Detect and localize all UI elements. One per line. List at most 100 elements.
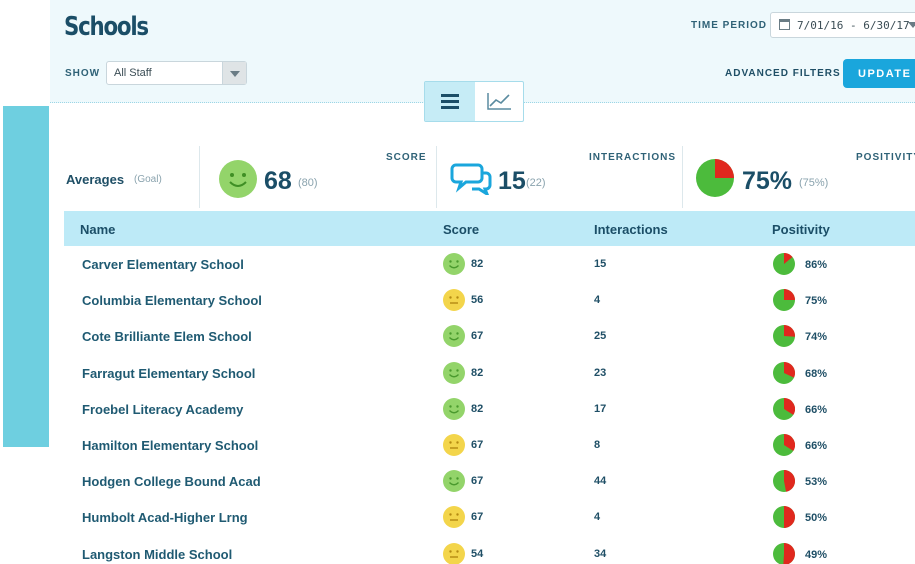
averages-bar: Averages (Goal) SCORE 68 (80) INTERACTIO… — [50, 143, 915, 211]
show-select-value: All Staff — [114, 67, 152, 79]
neutral-face-icon — [443, 289, 465, 312]
table-row[interactable]: Humbolt Acad-Higher Lrng 67 4 50% — [64, 499, 915, 535]
positivity-pie-icon — [773, 325, 796, 348]
score-value: 67 — [471, 475, 484, 488]
divider — [682, 146, 683, 208]
positivity-pie-icon — [773, 397, 795, 420]
interactions-value: 4 — [594, 511, 601, 524]
school-name-link[interactable]: Cote Brilliante Elem School — [82, 329, 252, 344]
positivity-metric-title: POSITIVITY — [856, 152, 915, 163]
interactions-metric-goal: (22) — [526, 177, 546, 189]
score-value: 82 — [471, 402, 484, 415]
time-period-label: TIME PERIOD — [691, 20, 768, 31]
positivity-value: 53% — [805, 476, 828, 489]
chevron-down-icon[interactable] — [908, 22, 915, 28]
table-row[interactable]: Hodgen College Bound Acad 67 44 53% — [64, 463, 915, 499]
chevron-down-icon[interactable] — [222, 62, 246, 84]
averages-label: Averages — [66, 172, 125, 187]
positivity-pie-icon — [773, 361, 795, 384]
line-chart-icon — [487, 93, 511, 110]
table-row[interactable]: Langston Middle School 54 34 49% — [64, 536, 915, 564]
neutral-face-icon — [443, 542, 465, 564]
score-metric-title: SCORE — [386, 152, 427, 163]
interactions-value: 23 — [594, 366, 607, 379]
neutral-face-icon — [443, 506, 465, 529]
averages-goal-label: (Goal) — [134, 174, 162, 185]
school-name-link[interactable]: Froebel Literacy Academy — [82, 402, 243, 417]
table-header: Name Score Interactions Positivity — [64, 211, 915, 246]
calendar-icon — [779, 19, 790, 30]
happy-face-icon — [219, 160, 257, 198]
school-name-link[interactable]: Columbia Elementary School — [82, 293, 262, 308]
column-header-score[interactable]: Score — [443, 222, 479, 237]
column-header-name[interactable]: Name — [80, 222, 115, 237]
left-accent-bar — [3, 106, 49, 447]
score-metric-goal: (80) — [298, 177, 318, 189]
list-view-button[interactable] — [425, 82, 475, 121]
view-toggle — [424, 81, 524, 122]
interactions-value: 25 — [594, 330, 607, 343]
positivity-value: 86% — [805, 259, 828, 271]
positivity-metric-goal: (75%) — [799, 177, 829, 189]
positivity-metric-value: 75% — [742, 167, 793, 195]
score-value: 82 — [471, 366, 484, 379]
positivity-value: 68% — [805, 367, 828, 380]
table-row[interactable]: Hamilton Elementary School 67 8 66% — [64, 427, 915, 463]
interactions-metric-value: 15 — [498, 167, 526, 195]
interactions-value: 4 — [594, 294, 601, 307]
list-icon — [441, 106, 459, 109]
happy-face-icon — [443, 253, 465, 275]
positivity-pie-icon — [696, 159, 734, 197]
school-name-link[interactable]: Hamilton Elementary School — [82, 438, 258, 453]
positivity-value: 74% — [805, 331, 828, 344]
list-icon — [441, 100, 459, 103]
show-select[interactable]: All Staff — [106, 61, 247, 85]
interactions-value: 8 — [594, 438, 601, 451]
school-name-link[interactable]: Humbolt Acad-Higher Lrng — [82, 510, 248, 525]
happy-face-icon — [443, 470, 465, 493]
school-name-link[interactable]: Hodgen College Bound Acad — [82, 474, 261, 489]
interactions-metric-title: INTERACTIONS — [589, 152, 676, 163]
interactions-value: 34 — [594, 547, 607, 560]
score-value: 82 — [471, 258, 484, 270]
school-name-link[interactable]: Langston Middle School — [82, 547, 232, 562]
positivity-value: 66% — [805, 439, 828, 452]
list-icon — [441, 94, 459, 97]
table-row[interactable]: Farragut Elementary School 82 23 68% — [64, 355, 915, 391]
table-row[interactable]: Columbia Elementary School 56 4 75% — [64, 282, 915, 318]
table-row[interactable]: Froebel Literacy Academy 82 17 66% — [64, 391, 915, 427]
divider — [199, 146, 200, 208]
happy-face-icon — [443, 361, 465, 384]
advanced-filters-link[interactable]: ADVANCED FILTERS — [725, 68, 841, 79]
score-value: 67 — [471, 330, 484, 343]
positivity-pie-icon — [773, 289, 795, 312]
chat-bubbles-icon — [450, 163, 492, 195]
school-name-link[interactable]: Farragut Elementary School — [82, 366, 255, 381]
positivity-value: 50% — [805, 512, 828, 525]
date-range-picker[interactable]: 7/01/16 - 6/30/17 — [770, 12, 915, 38]
date-range-text: 7/01/16 - 6/30/17 — [797, 19, 910, 32]
table-row[interactable]: Cote Brilliante Elem School 67 25 74% — [64, 318, 915, 354]
chart-view-button[interactable] — [475, 82, 524, 121]
positivity-pie-icon — [773, 506, 795, 529]
app-panel: Schools TIME PERIOD 7/01/16 - 6/30/17 SH… — [50, 0, 915, 564]
table-body: Carver Elementary School 82 15 86% Columbia … — [64, 246, 915, 564]
show-label: SHOW — [65, 68, 101, 79]
score-value: 67 — [471, 438, 484, 451]
interactions-value: 15 — [594, 258, 607, 270]
update-button[interactable]: UPDATE — [843, 59, 915, 88]
happy-face-icon — [443, 397, 465, 420]
column-header-positivity[interactable]: Positivity — [772, 222, 830, 237]
column-header-interactions[interactable]: Interactions — [594, 222, 668, 237]
positivity-value: 75% — [805, 295, 828, 308]
happy-face-icon — [443, 325, 465, 348]
positivity-value: 49% — [805, 548, 828, 561]
neutral-face-icon — [443, 433, 465, 456]
page-title: Schools — [64, 12, 149, 42]
interactions-value: 44 — [594, 475, 607, 488]
school-name-link[interactable]: Carver Elementary School — [82, 257, 244, 272]
table-row[interactable]: Carver Elementary School 82 15 86% — [64, 246, 915, 282]
score-value: 54 — [471, 547, 484, 560]
score-value: 67 — [471, 511, 484, 524]
positivity-pie-icon — [773, 470, 796, 493]
